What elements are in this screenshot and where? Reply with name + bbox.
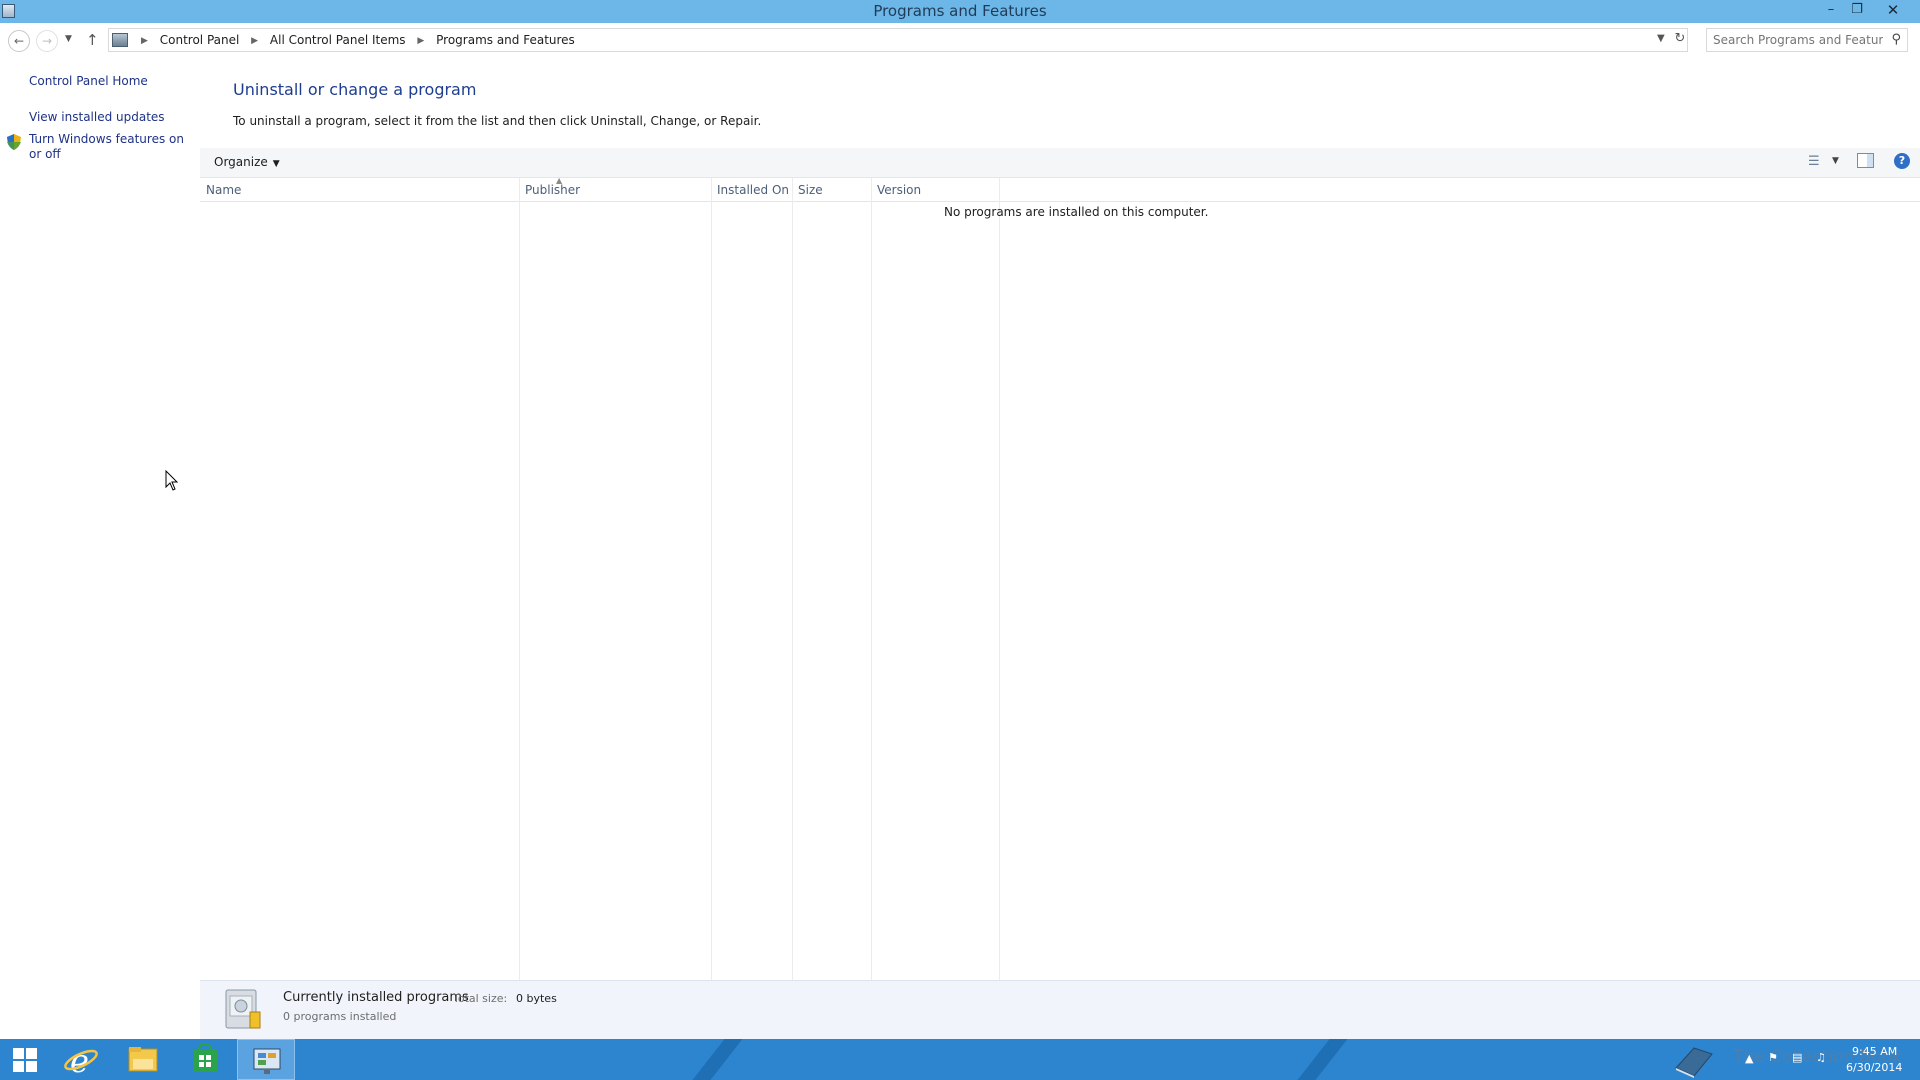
column-header-version[interactable]: Version — [871, 178, 999, 202]
column-divider — [519, 178, 520, 980]
column-header-size[interactable]: Size — [792, 178, 871, 202]
clock-date[interactable]: 6/30/2014 — [1846, 1061, 1902, 1074]
address-dropdown-icon[interactable]: ▼ — [1657, 33, 1665, 44]
page-title: Uninstall or change a program — [233, 80, 477, 99]
store-icon[interactable] — [175, 1039, 233, 1080]
column-header-row: Name ▲ Publisher Installed On Size Versi… — [200, 176, 1920, 202]
windows-logo-icon — [26, 1048, 37, 1059]
installed-programs-icon — [225, 989, 261, 1029]
breadcrumb-separator-icon[interactable]: ▶ — [417, 36, 424, 46]
action-center-flag-icon[interactable]: ⚑ — [1768, 1051, 1778, 1080]
taskbar: e The Collection Book ▲ ⚑ ▤ ♫ 9:45 AM 6/… — [0, 1039, 1920, 1080]
control-panel-home-link[interactable]: Control Panel Home — [29, 74, 148, 88]
forward-button[interactable]: → — [36, 30, 58, 52]
total-size-value: 0 bytes — [516, 992, 557, 1005]
column-header-name[interactable]: Name — [200, 178, 519, 202]
svg-text:e: e — [70, 1042, 89, 1080]
details-pane: Currently installed programs Total size:… — [200, 980, 1920, 1039]
left-navigation-pane: Control Panel Home View installed update… — [0, 59, 200, 979]
search-input[interactable] — [1713, 32, 1883, 48]
search-box[interactable]: ⚲ — [1706, 28, 1908, 52]
control-panel-icon — [253, 1048, 281, 1074]
view-options-dropdown-icon[interactable]: ▼ — [1832, 156, 1839, 166]
navigation-bar: ← → ▼ ↑ ▶ Control Panel ▶ All Control Pa… — [0, 23, 1920, 59]
book-watermark-icon — [1675, 1047, 1713, 1078]
address-bar[interactable]: ▶ Control Panel ▶ All Control Panel Item… — [108, 28, 1688, 52]
instructions-text: To uninstall a program, select it from t… — [233, 114, 762, 128]
title-bar: Programs and Features – ❐ ✕ — [0, 0, 1920, 23]
organize-label: Organize — [214, 155, 268, 169]
recent-locations-dropdown[interactable]: ▼ — [65, 34, 72, 44]
breadcrumb-control-panel[interactable]: Control Panel — [160, 33, 240, 47]
uac-shield-icon — [7, 134, 21, 150]
close-button[interactable]: ✕ — [1880, 0, 1906, 21]
breadcrumb-programs-features[interactable]: Programs and Features — [436, 33, 575, 47]
internet-explorer-icon[interactable]: e — [52, 1039, 110, 1080]
start-button[interactable] — [0, 1039, 58, 1080]
windows-logo-icon — [13, 1061, 24, 1072]
change-view-icon[interactable]: ☰ — [1808, 154, 1820, 169]
chevron-down-icon: ▼ — [272, 159, 280, 169]
windows-logo-icon — [26, 1061, 37, 1072]
breadcrumb-all-items[interactable]: All Control Panel Items — [270, 33, 406, 47]
help-icon[interactable]: ? — [1894, 153, 1910, 169]
organize-button[interactable]: Organize ▼ — [214, 155, 280, 169]
control-panel-icon — [112, 33, 128, 47]
taskbar-background-stripe — [677, 1039, 751, 1080]
search-icon[interactable]: ⚲ — [1891, 32, 1901, 47]
total-size-label: Total size: — [453, 992, 508, 1005]
up-button[interactable]: ↑ — [86, 31, 99, 49]
restore-button[interactable]: ❐ — [1844, 0, 1870, 21]
volume-icon[interactable]: ♫ — [1816, 1051, 1826, 1080]
breadcrumb-separator-icon[interactable]: ▶ — [141, 36, 148, 46]
control-panel-taskbar-button[interactable] — [237, 1039, 295, 1080]
clock-time[interactable]: 9:45 AM — [1852, 1045, 1897, 1058]
currently-installed-label: Currently installed programs — [283, 990, 469, 1005]
refresh-icon[interactable]: ↻ — [1672, 31, 1688, 46]
breadcrumb: ▶ Control Panel ▶ All Control Panel Item… — [133, 33, 575, 47]
windows-logo-icon — [13, 1048, 24, 1059]
file-explorer-icon[interactable] — [113, 1039, 171, 1080]
show-hidden-icons-icon[interactable]: ▲ — [1745, 1052, 1753, 1080]
column-header-installed-on[interactable]: Installed On — [711, 178, 792, 202]
column-divider — [711, 178, 712, 980]
network-icon[interactable]: ▤ — [1792, 1051, 1802, 1080]
view-installed-updates-link[interactable]: View installed updates — [29, 110, 165, 124]
back-button[interactable]: ← — [8, 30, 30, 52]
window-title: Programs and Features — [873, 2, 1047, 20]
programs-count: 0 programs installed — [283, 1010, 397, 1023]
mouse-cursor-icon — [165, 470, 179, 491]
command-toolbar: Organize ▼ ☰ ▼ ? — [200, 148, 1920, 178]
column-divider — [999, 178, 1000, 980]
empty-list-message: No programs are installed on this comput… — [944, 205, 1209, 219]
breadcrumb-separator-icon[interactable]: ▶ — [251, 36, 258, 46]
column-header-publisher[interactable]: Publisher — [519, 178, 711, 202]
taskbar-background-stripe — [1282, 1039, 1356, 1080]
preview-pane-icon[interactable] — [1857, 153, 1874, 168]
minimize-button[interactable]: – — [1818, 0, 1844, 21]
column-divider — [792, 178, 793, 980]
column-divider — [871, 178, 872, 980]
turn-windows-features-link[interactable]: Turn Windows features on or off — [29, 132, 189, 162]
